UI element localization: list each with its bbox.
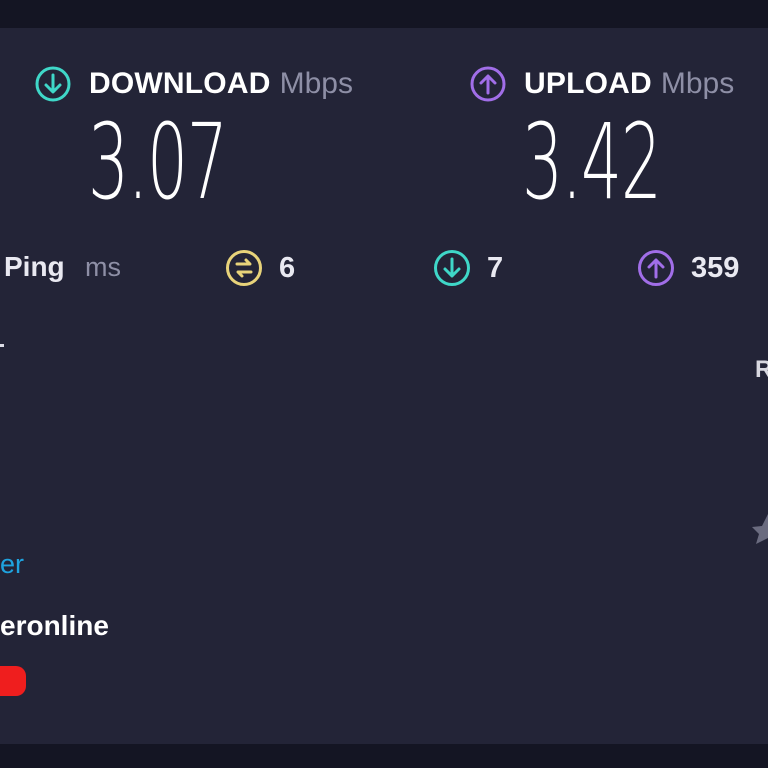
- jitter-value: 6: [279, 251, 296, 284]
- download-unit: Mbps: [279, 67, 353, 100]
- bottom-bar: [0, 744, 768, 768]
- top-bar: [0, 0, 768, 28]
- ping-label: Ping: [4, 251, 65, 282]
- star-icon[interactable]: [750, 510, 768, 546]
- download-latency-value: 7: [487, 251, 504, 284]
- upload-title: UPLOAD: [524, 67, 652, 100]
- red-badge[interactable]: [0, 666, 26, 696]
- download-header: DOWNLOAD Mbps: [35, 64, 353, 104]
- upload-header: UPLOAD Mbps: [470, 64, 734, 104]
- jitter-swap-icon: [226, 250, 262, 286]
- arrow-down-circle-icon: [434, 250, 470, 286]
- ping-unit: ms: [85, 252, 121, 282]
- upload-speed-value: 3.42: [522, 101, 662, 223]
- upload-unit: Mbps: [660, 67, 735, 100]
- right-edge-text-fragment: R: [755, 356, 768, 383]
- download-title: DOWNLOAD: [89, 67, 271, 100]
- arrow-down-circle-icon: [35, 66, 71, 102]
- jitter-stat: 6: [225, 249, 295, 287]
- upload-latency-value: 359: [691, 251, 740, 284]
- download-latency-stat: 7: [433, 249, 503, 287]
- download-speed-value: 3.07: [88, 101, 228, 223]
- isp-name: eronline: [0, 610, 109, 641]
- upload-latency-stat: 359: [637, 249, 739, 287]
- arrow-up-circle-icon: [470, 66, 506, 102]
- left-edge-dash: [0, 344, 4, 347]
- arrow-up-circle-icon: [638, 250, 674, 286]
- provider-link[interactable]: er: [0, 549, 24, 580]
